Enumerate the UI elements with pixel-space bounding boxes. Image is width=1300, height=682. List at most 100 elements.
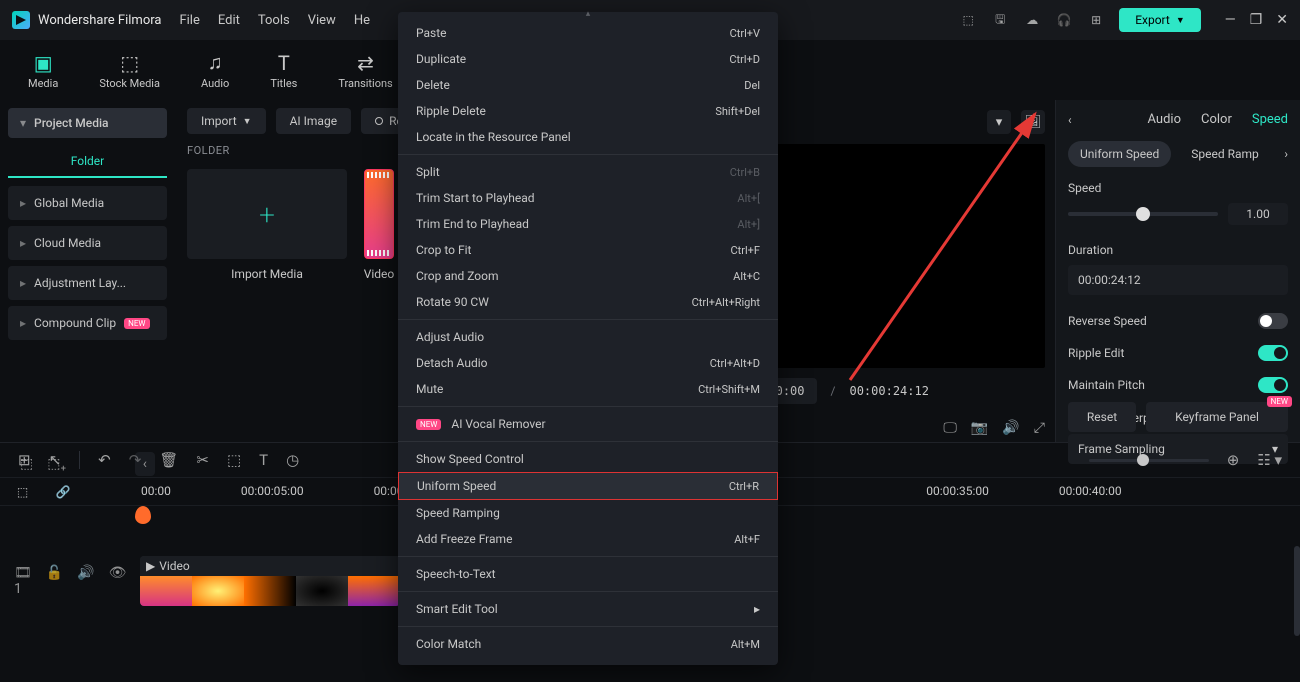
video-track-icon[interactable]: 🎞 1 [14,565,32,597]
tab-stock-media[interactable]: ⬚Stock Media [91,47,168,94]
visibility-icon[interactable]: 👁 [109,565,127,597]
video-thumbnail [364,169,394,259]
chevron-right-icon: ▸ [20,316,26,330]
headphones-icon[interactable]: 🎧 [1055,11,1073,29]
reverse-speed-row: Reverse Speed [1068,313,1288,329]
folder-tab[interactable]: Folder [8,146,167,178]
back-button[interactable]: ‹ [1068,113,1072,127]
speed-value[interactable]: 1.00 [1228,203,1288,225]
sub-tab-uniform-speed[interactable]: Uniform Speed [1068,141,1171,167]
picture-icon[interactable]: 🖼 [1021,110,1045,134]
tab-titles[interactable]: TTitles [262,47,305,94]
ratio-dropdown[interactable]: ▾ [987,110,1011,134]
ctx-uniform-speed[interactable]: Uniform SpeedCtrl+R [398,472,778,500]
crop-icon[interactable]: ⬚ [227,451,241,469]
magnet-icon[interactable]: ⊞ [18,451,31,469]
ctx-trim-end-to-playhead: Trim End to PlayheadAlt+] [398,211,778,237]
chevron-right-icon: ▸ [20,196,26,210]
delete-icon[interactable]: 🗑 [159,451,178,469]
sidebar-item-compound-clip[interactable]: ▸Compound ClipNEW [8,306,167,340]
import-media-tile[interactable]: + Import Media [187,169,347,281]
scroll-right-icon[interactable]: › [1284,147,1288,161]
close-button[interactable]: ✕ [1276,12,1288,28]
time-total: 00:00:24:12 [849,384,928,398]
ctx-adjust-audio[interactable]: Adjust Audio [398,324,778,350]
volume-icon[interactable]: 🔊 [1002,420,1019,436]
ctx-mute[interactable]: MuteCtrl+Shift+M [398,376,778,402]
menu-view[interactable]: View [308,13,336,28]
save-icon[interactable]: 🖫 [991,11,1009,29]
ctx-smart-edit-tool[interactable]: Smart Edit Tool▸ [398,596,778,622]
ctx-ai-vocal-remover[interactable]: NEWAI Vocal Remover [398,411,778,437]
export-button[interactable]: Export ▼ [1119,8,1201,32]
layout-icon[interactable]: ⬚ [959,11,977,29]
speed-icon[interactable]: ◷ [286,451,299,469]
lock-icon[interactable]: 🔓 [46,565,63,597]
sidebar-item-cloud-media[interactable]: ▸Cloud Media [8,226,167,260]
redo-icon[interactable]: ↷ [129,451,142,469]
tab-transitions[interactable]: ⇄Transitions [330,47,400,94]
menu-edit[interactable]: Edit [218,13,240,28]
titles-icon: T [278,51,290,75]
zoom-in-icon[interactable]: ⊕ [1227,451,1240,469]
ctx-color-match[interactable]: Color MatchAlt+M [398,631,778,657]
timeline-scrollbar[interactable] [1294,546,1300,636]
ctx-paste[interactable]: PasteCtrl+V [398,20,778,46]
menu-help[interactable]: He [354,13,370,28]
ctx-add-freeze-frame[interactable]: Add Freeze FrameAlt+F [398,526,778,552]
minimize-button[interactable]: — [1225,12,1236,28]
ctx-show-speed-control[interactable]: Show Speed Control [398,446,778,472]
tab-audio[interactable]: Audio [1148,112,1181,127]
ctx-delete[interactable]: DeleteDel [398,72,778,98]
tab-audio[interactable]: ♫Audio [193,47,237,94]
ripple-edit-toggle[interactable] [1258,345,1288,361]
menu-file[interactable]: File [179,13,199,28]
maximize-button[interactable]: ❐ [1250,12,1263,28]
link-icon[interactable]: 🔗 [56,485,71,499]
keyframe-panel-button[interactable]: Keyframe Panel NEW [1146,402,1288,432]
maintain-pitch-toggle[interactable] [1258,377,1288,393]
video-clip[interactable]: ▶Video [140,556,400,606]
overwrite-icon[interactable]: ⬚ [17,485,28,499]
ctx-duplicate[interactable]: DuplicateCtrl+D [398,46,778,72]
fullscreen-icon[interactable]: ⤢ [1034,420,1045,436]
play-icon: ▶ [146,559,155,573]
ai-image-button[interactable]: AI Image [276,108,351,134]
menu-tools[interactable]: Tools [258,13,290,28]
video-thumb[interactable]: Video [359,169,399,281]
camera-icon[interactable]: 📷 [971,420,988,436]
ctx-detach-audio[interactable]: Detach AudioCtrl+Alt+D [398,350,778,376]
import-button[interactable]: Import▼ [187,108,266,134]
duration-input[interactable]: 00:00:24:12 [1068,265,1288,295]
project-media-header[interactable]: ▾ Project Media [8,108,167,138]
ctx-rotate-90-cw[interactable]: Rotate 90 CWCtrl+Alt+Right [398,289,778,315]
mute-track-icon[interactable]: 🔊 [77,565,94,597]
tab-speed[interactable]: Speed [1252,112,1288,127]
plus-icon: + [259,198,275,231]
text-icon[interactable]: T [259,451,268,469]
grid-icon[interactable]: ⊞ [1087,11,1105,29]
cloud-icon[interactable]: ☁ [1023,11,1041,29]
zoom-slider[interactable] [1089,459,1209,462]
ctx-locate-in-the-resource-panel[interactable]: Locate in the Resource Panel [398,124,778,150]
sub-tab-speed-ramp[interactable]: Speed Ramp [1179,141,1271,167]
sidebar-item-global-media[interactable]: ▸Global Media [8,186,167,220]
tab-media[interactable]: ▣Media [20,47,66,94]
ctx-speed-ramping[interactable]: Speed Ramping [398,500,778,526]
tab-color[interactable]: Color [1201,112,1232,127]
reverse-speed-toggle[interactable] [1258,313,1288,329]
audio-icon: ♫ [208,51,223,75]
cursor-icon[interactable]: ↖ [49,451,62,469]
sidebar-item-adjustment-layer[interactable]: ▸Adjustment Lay... [8,266,167,300]
ctx-ripple-delete[interactable]: Ripple DeleteShift+Del [398,98,778,124]
context-menu: ▴ PasteCtrl+VDuplicateCtrl+DDeleteDelRip… [398,12,778,665]
ctx-crop-to-fit[interactable]: Crop to FitCtrl+F [398,237,778,263]
monitor-icon[interactable]: 🖵 [943,420,957,436]
reset-button[interactable]: Reset [1068,402,1136,432]
ctx-speech-to-text[interactable]: Speech-to-Text [398,561,778,587]
view-options-icon[interactable]: ☷ ▾ [1257,451,1282,469]
undo-icon[interactable]: ↶ [98,451,111,469]
speed-slider[interactable] [1068,212,1218,216]
cut-icon[interactable]: ✂ [196,451,209,469]
ctx-crop-and-zoom[interactable]: Crop and ZoomAlt+C [398,263,778,289]
